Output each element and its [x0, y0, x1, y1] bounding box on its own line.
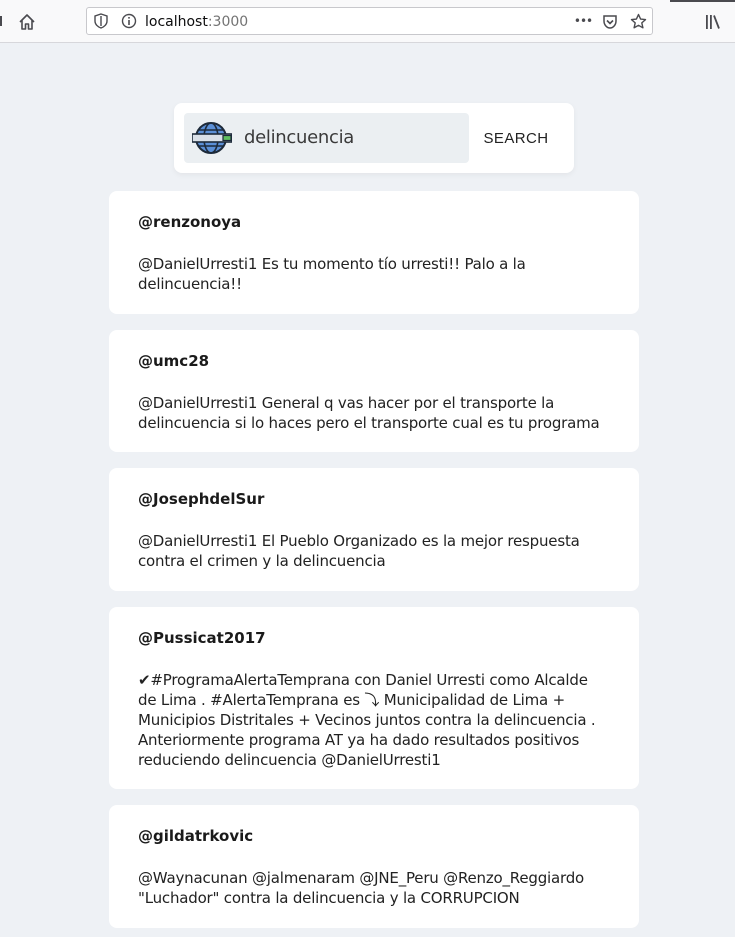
tweet-text: @DanielUrresti1 General q vas hacer por …	[138, 394, 600, 432]
tweet-text: @DanielUrresti1 El Pueblo Organizado es …	[138, 532, 580, 570]
address-bar[interactable]: localhost:3000 •••	[86, 7, 653, 35]
tweet-card: @Pussicat2017 ✔#ProgramaAlertaTemprana c…	[109, 607, 639, 789]
browser-toolbar: localhost:3000 •••	[0, 0, 735, 43]
tweet-text: @Waynacunan @jalmenaram @JNE_Peru @Renzo…	[138, 869, 584, 907]
back-icon[interactable]	[0, 12, 6, 30]
tweet-text: @DanielUrresti1 Es tu momento tío urrest…	[138, 255, 526, 293]
tweet-card: @JosephdelSur @DanielUrresti1 El Pueblo …	[109, 468, 639, 591]
globe-icon	[191, 121, 233, 155]
tweet-username: @JosephdelSur	[138, 490, 265, 508]
tweet-card: @gildatrkovic @Waynacunan @jalmenaram @J…	[109, 805, 639, 928]
tweet-username: @gildatrkovic	[138, 827, 254, 845]
bookmark-star-icon[interactable]	[629, 12, 647, 30]
tab-strip-edge	[0, 0, 735, 2]
library-icon[interactable]	[703, 12, 723, 32]
tweet-username: @renzonoya	[138, 213, 242, 231]
home-icon[interactable]	[16, 11, 38, 33]
tweet-text: ✔#ProgramaAlertaTemprana con Daniel Urre…	[138, 671, 596, 769]
tracking-shield-icon[interactable]	[93, 13, 109, 29]
tweet-username: @Pussicat2017	[138, 629, 266, 647]
url-port: :3000	[207, 14, 249, 30]
tweet-username: @umc28	[138, 352, 210, 370]
pocket-icon[interactable]	[601, 13, 619, 31]
search-button[interactable]: SEARCH	[474, 113, 558, 163]
search-query-text: delincuencia	[244, 127, 355, 148]
site-info-icon[interactable]	[121, 13, 137, 29]
url-text[interactable]: localhost:3000	[145, 14, 248, 30]
tweet-card: @umc28 @DanielUrresti1 General q vas hac…	[109, 330, 639, 452]
search-input[interactable]: delincuencia	[184, 113, 469, 163]
tweet-card: @renzonoya @DanielUrresti1 Es tu momento…	[109, 191, 639, 314]
url-host: localhost	[145, 14, 208, 30]
page-actions-menu-icon[interactable]: •••	[571, 12, 595, 30]
menu-dots: •••	[573, 14, 593, 28]
search-card: delincuencia SEARCH	[174, 103, 574, 173]
